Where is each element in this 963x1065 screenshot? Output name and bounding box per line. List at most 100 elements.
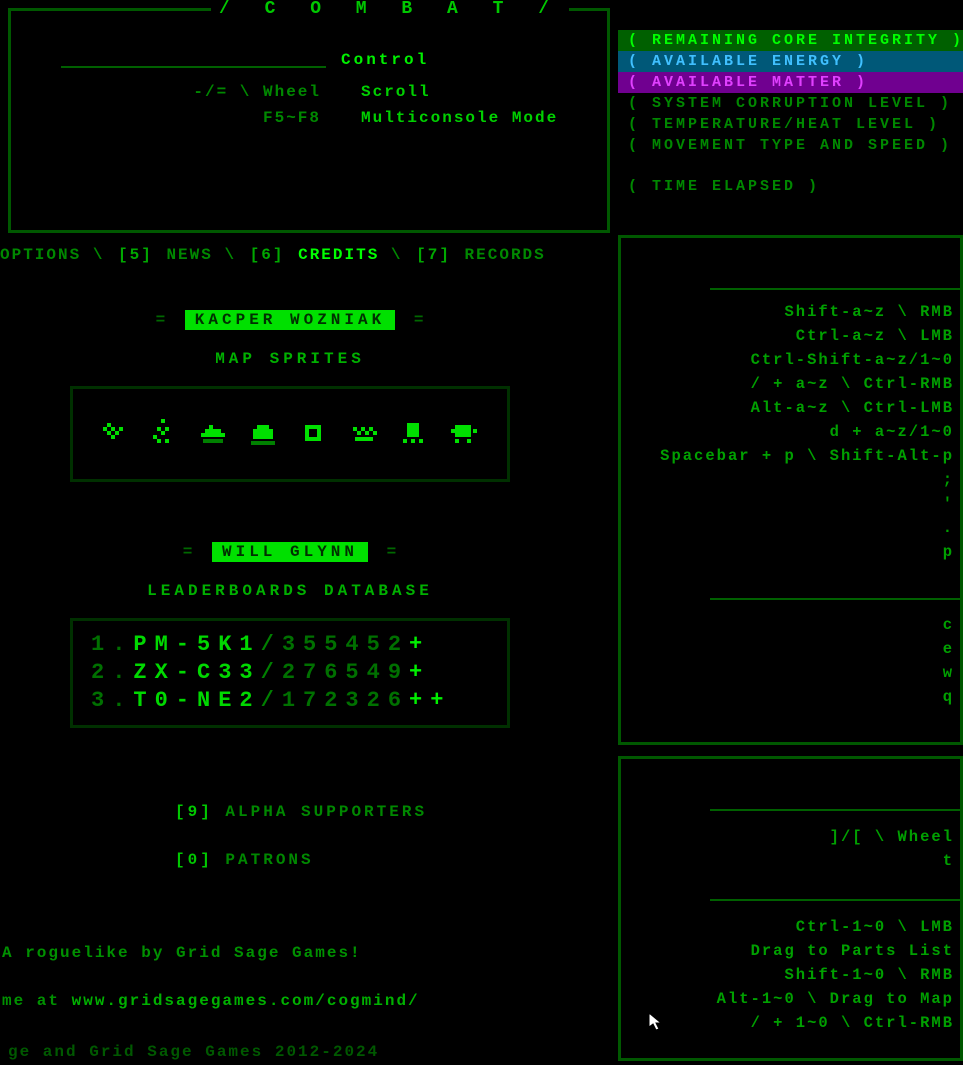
lb-sep: /	[261, 660, 282, 685]
hud-temperature: ( TEMPERATURE/HEAT LEVEL )	[618, 114, 963, 135]
keybind-row: Ctrl-1~0 \ LMB	[717, 915, 954, 939]
link-patrons[interactable]: [0] PATRONS	[175, 836, 570, 884]
leaderboard-showcase: 1.PM-5K1/355452+ 2.ZX-C33/276549+ 3.T0-N…	[70, 618, 510, 728]
keybind-row: e	[943, 637, 954, 661]
leaderboard-row: 2.ZX-C33/276549+	[91, 659, 489, 687]
lb-score: 172326	[282, 688, 409, 713]
keybind-row: / + a~z \ Ctrl-RMB	[660, 372, 954, 396]
control-key: F5~F8	[171, 105, 321, 131]
keybind-row: t	[830, 849, 954, 873]
decoration: =	[156, 311, 167, 329]
lb-score: 276549	[282, 660, 409, 685]
lb-score: 355452	[282, 632, 409, 657]
sprite-icon	[299, 419, 331, 449]
keybind-list: Shift-a~z \ RMB Ctrl-a~z \ LMB Ctrl-Shif…	[660, 300, 954, 564]
decoration: =	[183, 543, 194, 561]
keybind-row: ]/[ \ Wheel	[830, 825, 954, 849]
sprite-icon	[199, 419, 231, 449]
hud-integrity: ( REMAINING CORE INTEGRITY )	[618, 30, 963, 51]
keybind-row: Alt-a~z \ Ctrl-LMB	[660, 396, 954, 420]
keybind-row: q	[943, 685, 954, 709]
lb-name: T0-NE2	[133, 688, 260, 713]
keybind-row: '	[660, 492, 954, 516]
tab-credits-key: [6]	[250, 246, 285, 264]
lb-sep: /	[261, 688, 282, 713]
lb-plus: +	[409, 660, 430, 685]
keybind-row: Ctrl-Shift-a~z/1~0	[660, 348, 954, 372]
link-alpha-supporters[interactable]: [9] ALPHA SUPPORTERS	[175, 788, 570, 836]
credit-entry: = WILL GLYNN =	[10, 542, 570, 562]
lb-plus: +	[409, 632, 430, 657]
hotkey: [9]	[175, 803, 213, 821]
link-label: PATRONS	[225, 851, 313, 869]
control-row: F5~F8 Multiconsole Mode	[171, 105, 607, 131]
tab-options[interactable]: OPTIONS	[0, 246, 81, 264]
sprite-showcase	[70, 386, 510, 482]
url[interactable]: www.gridsagegames.com/cogmind/	[72, 992, 420, 1010]
hud-movement: ( MOVEMENT TYPE AND SPEED )	[618, 135, 963, 156]
copyright: ge and Grid Sage Games 2012-2024	[8, 1043, 379, 1061]
keybind-row: ;	[660, 468, 954, 492]
url-line: me at www.gridsagegames.com/cogmind/	[2, 977, 420, 1025]
divider	[710, 598, 960, 600]
tab-records[interactable]: RECORDS	[465, 246, 546, 264]
divider	[710, 288, 960, 290]
divider	[710, 809, 960, 811]
control-action: Scroll	[361, 79, 431, 105]
tagline: A roguelike by Grid Sage Games!	[2, 929, 420, 977]
control-rows: -/= \ Wheel Scroll F5~F8 Multiconsole Mo…	[171, 79, 607, 131]
keybind-row: Drag to Parts List	[717, 939, 954, 963]
sprite-icon	[449, 419, 481, 449]
keybind-row: p	[660, 540, 954, 564]
keybind-panel-inventory: ]/[ \ Wheel t Ctrl-1~0 \ LMB Drag to Par…	[618, 756, 963, 1061]
lb-rank: 2.	[91, 660, 133, 685]
combat-panel-title: / C O M B A T /	[211, 0, 569, 19]
leaderboard-row: 1.PM-5K1/355452+	[91, 631, 489, 659]
lb-sep: /	[261, 632, 282, 657]
tab-records-key: [7]	[416, 246, 451, 264]
footer: A roguelike by Grid Sage Games! me at ww…	[2, 929, 420, 1025]
more-credits-links: [9] ALPHA SUPPORTERS [0] PATRONS	[10, 788, 570, 884]
divider	[710, 899, 960, 901]
sprite-icon	[349, 419, 381, 449]
sprite-icon	[399, 419, 431, 449]
keybind-row: d + a~z/1~0	[660, 420, 954, 444]
keybind-row: Shift-1~0 \ RMB	[717, 963, 954, 987]
keybind-row: Ctrl-a~z \ LMB	[660, 324, 954, 348]
sprite-row	[83, 419, 497, 449]
tab-news[interactable]: NEWS	[166, 246, 212, 264]
hud-time: ( TIME ELAPSED )	[618, 176, 963, 197]
lb-plus: ++	[409, 688, 451, 713]
lb-name: ZX-C33	[133, 660, 260, 685]
keybind-row: .	[660, 516, 954, 540]
hud-matter: ( AVAILABLE MATTER )	[618, 72, 963, 93]
decoration: =	[387, 543, 398, 561]
lb-rank: 1.	[91, 632, 133, 657]
lb-rank: 3.	[91, 688, 133, 713]
decoration: =	[414, 311, 425, 329]
divider	[61, 66, 326, 68]
sprite-icon	[249, 419, 281, 449]
control-action: Multiconsole Mode	[361, 105, 558, 131]
sprite-icon	[149, 419, 181, 449]
tab-credits[interactable]: CREDITS	[298, 246, 379, 264]
control-key: -/= \ Wheel	[171, 79, 321, 105]
credits-section: = KACPER WOZNIAK = MAP SPRITES = WILL GL…	[10, 310, 570, 884]
tab-news-key: [5]	[118, 246, 153, 264]
link-label: ALPHA SUPPORTERS	[225, 803, 427, 821]
keybind-row: c	[943, 613, 954, 637]
sprite-icon	[99, 419, 131, 449]
url-prefix: me at	[2, 992, 72, 1010]
keybind-list: ]/[ \ Wheel t	[830, 825, 954, 873]
hud-corruption: ( SYSTEM CORRUPTION LEVEL )	[618, 93, 963, 114]
contributor-role: MAP SPRITES	[10, 350, 570, 368]
keybind-row: Shift-a~z \ RMB	[660, 300, 954, 324]
keybind-row: / + 1~0 \ Ctrl-RMB	[717, 1011, 954, 1035]
keybind-list: Ctrl-1~0 \ LMB Drag to Parts List Shift-…	[717, 915, 954, 1035]
menu-tabs: OPTIONS \ [5] NEWS \ [6] CREDITS \ [7] R…	[0, 246, 546, 264]
hotkey: [0]	[175, 851, 213, 869]
combat-panel: / C O M B A T / Control -/= \ Wheel Scro…	[8, 8, 610, 233]
keybind-row: Spacebar + p \ Shift-Alt-p	[660, 444, 954, 468]
keybind-row: Alt-1~0 \ Drag to Map	[717, 987, 954, 1011]
keybind-list: c e w q	[943, 613, 954, 709]
